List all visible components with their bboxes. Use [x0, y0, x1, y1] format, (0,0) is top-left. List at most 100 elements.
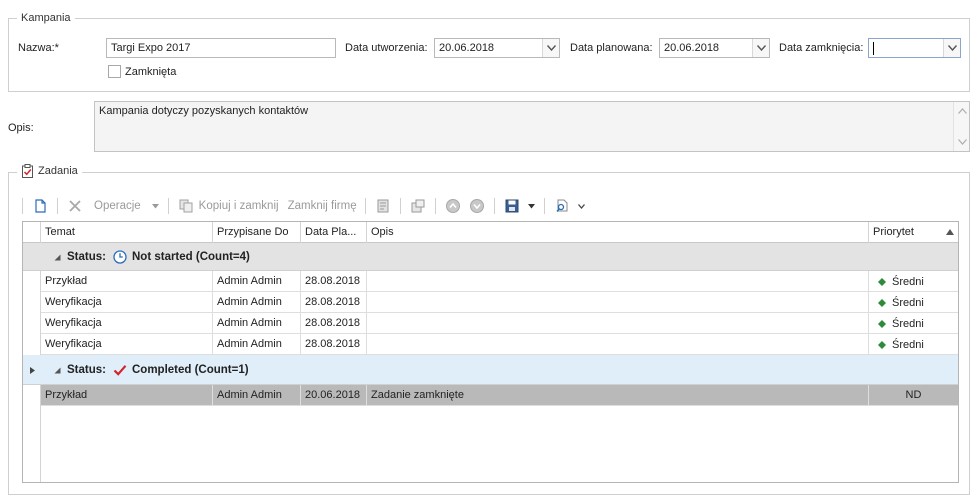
data-planowana-dropdown-button[interactable] [752, 39, 769, 57]
zadania-legend: Zadania [17, 164, 82, 178]
chevron-down-icon [546, 45, 556, 51]
data-zamkniecia-dropdown-button[interactable] [943, 39, 960, 57]
collapse-triangle-icon[interactable] [54, 254, 61, 261]
clock-icon [113, 250, 127, 264]
toolbar-separator [364, 198, 366, 214]
data-planowana-value: 20.06.2018 [664, 42, 720, 54]
new-task-button[interactable] [28, 195, 52, 217]
window-button[interactable] [406, 195, 430, 217]
priorytet-value: Średni [892, 338, 924, 351]
operacje-label: Operacje [94, 200, 141, 212]
table-row[interactable]: Przykład Admin Admin 20.06.2018 Zadanie … [41, 385, 958, 406]
zamknij-firme-label: Zamknij firmę [287, 200, 357, 212]
print-icon [377, 199, 389, 213]
delete-x-icon [69, 200, 81, 212]
toolbar-separator [434, 198, 436, 214]
priorytet-value: Średni [892, 296, 924, 309]
data-utworzenia-value: 20.06.2018 [439, 42, 495, 54]
zamknij-firme-button[interactable]: Zamknij firmę [282, 195, 360, 217]
priorytet-header-label: Priorytet [873, 226, 914, 238]
cell-temat: Weryfikacja [41, 313, 213, 334]
search-document-button[interactable] [550, 195, 589, 217]
new-document-icon [35, 199, 46, 213]
opis-textarea[interactable]: Kampania dotyczy pozyskanych kontaktów [94, 101, 970, 152]
save-icon [505, 199, 519, 213]
dropdown-arrow-icon [151, 203, 159, 208]
copy-icon [179, 199, 193, 213]
cell-przypisane: Admin Admin [213, 385, 301, 406]
data-planowana-date-picker[interactable]: 20.06.2018 [659, 38, 770, 58]
column-header-opis[interactable]: Opis [367, 222, 869, 243]
zadania-grid[interactable]: Temat Przypisane Do Data Pla... Opis Pri… [22, 221, 959, 483]
data-utworzenia-date-picker[interactable]: 20.06.2018 [434, 38, 560, 58]
priority-diamond-icon [877, 298, 886, 307]
zadania-toolbar: Operacje Kopiuj i zamknij Zamknij firmę [22, 195, 589, 217]
operacje-button[interactable]: Operacje [87, 195, 163, 217]
window-icon [411, 199, 425, 213]
row-indicator-header [23, 222, 41, 243]
print-button[interactable] [371, 195, 395, 217]
column-header-priorytet[interactable]: Priorytet [869, 222, 958, 243]
grid-header: Temat Przypisane Do Data Pla... Opis Pri… [23, 222, 958, 243]
cell-data: 28.08.2018 [301, 313, 367, 334]
sort-ascending-icon [946, 229, 954, 235]
cell-opis [367, 292, 869, 313]
priorytet-value: Średni [892, 317, 924, 330]
zamknieta-checkbox[interactable] [108, 65, 121, 78]
table-row[interactable]: Przykład Admin Admin 28.08.2018 Średni [41, 271, 958, 292]
priorytet-value: Średni [892, 275, 924, 288]
cell-opis: Zadanie zamknięte [367, 385, 869, 406]
group-status-label: Status: [67, 251, 106, 263]
table-row[interactable]: Weryfikacja Admin Admin 28.08.2018 Średn… [41, 292, 958, 313]
collapse-triangle-icon[interactable] [54, 367, 61, 374]
delete-button[interactable] [63, 195, 87, 217]
nazwa-label: Nazwa:* [18, 42, 59, 54]
group-row-not-started[interactable]: Status: Not started (Count=4) [23, 243, 958, 271]
cell-przypisane: Admin Admin [213, 292, 301, 313]
kopiuj-i-zamknij-button[interactable]: Kopiuj i zamknij [174, 195, 282, 217]
column-header-temat[interactable]: Temat [41, 222, 213, 243]
toolbar-separator [167, 198, 169, 214]
priority-diamond-icon [877, 277, 886, 286]
move-up-button[interactable] [441, 195, 465, 217]
zadania-legend-text: Zadania [38, 165, 78, 177]
kopiuj-label: Kopiuj i zamknij [198, 200, 279, 212]
table-row[interactable]: Weryfikacja Admin Admin 28.08.2018 Średn… [41, 334, 958, 355]
cell-data: 20.06.2018 [301, 385, 367, 406]
opis-scrollbar[interactable] [953, 102, 969, 151]
data-zamkniecia-date-picker[interactable] [868, 38, 961, 58]
cell-priorytet: Średni [869, 271, 958, 292]
chevron-down-icon [577, 203, 585, 209]
move-up-icon [445, 199, 460, 213]
cell-data: 28.08.2018 [301, 334, 367, 355]
scroll-up-icon[interactable] [957, 106, 967, 116]
cell-temat: Weryfikacja [41, 292, 213, 313]
data-utworzenia-label: Data utworzenia: [345, 42, 428, 54]
column-header-przypisane-do[interactable]: Przypisane Do [213, 222, 301, 243]
cell-priorytet: ND [905, 389, 922, 401]
cell-data: 28.08.2018 [301, 292, 367, 313]
move-down-button[interactable] [465, 195, 489, 217]
zamknieta-label: Zamknięta [125, 66, 177, 78]
table-row[interactable]: Weryfikacja Admin Admin 28.08.2018 Średn… [41, 313, 958, 334]
save-button[interactable] [500, 195, 539, 217]
cell-temat: Weryfikacja [41, 334, 213, 355]
checkmark-icon [113, 365, 127, 376]
group-status-text: Completed (Count=1) [131, 364, 249, 376]
group-status-text: Not started (Count=4) [131, 251, 250, 263]
column-header-data-planowana[interactable]: Data Pla... [301, 222, 367, 243]
opis-value: Kampania dotyczy pozyskanych kontaktów [99, 105, 309, 117]
group-row-completed[interactable]: Status: Completed (Count=1) [23, 355, 958, 385]
cell-data: 28.08.2018 [301, 271, 367, 292]
toolbar-separator [543, 198, 545, 214]
data-utworzenia-dropdown-button[interactable] [542, 39, 559, 57]
kampania-legend: Kampania [17, 11, 75, 25]
cell-opis [367, 334, 869, 355]
nazwa-input[interactable]: Targi Expo 2017 [106, 38, 336, 58]
cell-przypisane: Admin Admin [213, 334, 301, 355]
cell-temat: Przykład [41, 271, 213, 292]
chevron-down-icon [756, 45, 766, 51]
priority-diamond-icon [877, 340, 886, 349]
toolbar-separator [22, 198, 23, 214]
scroll-down-icon[interactable] [957, 137, 967, 147]
